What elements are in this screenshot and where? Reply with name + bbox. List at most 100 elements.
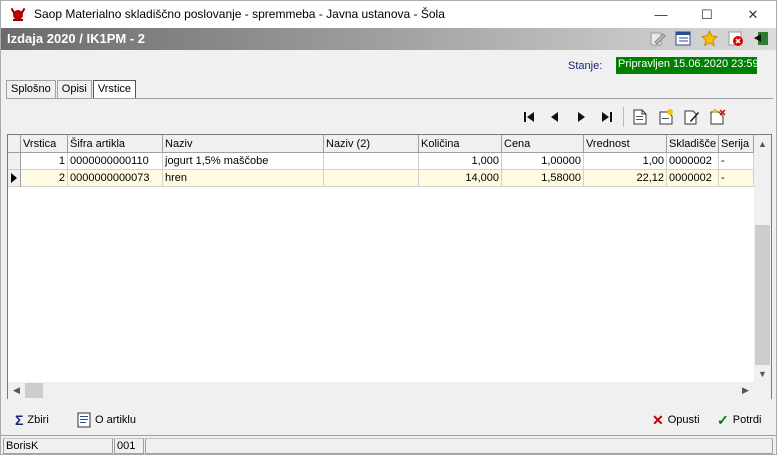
prev-record-button[interactable] [542,105,568,129]
form-header: Izdaja 2020 / IK1PM - 2 [1,28,776,50]
insert-document-icon [659,109,673,125]
title-bar: Saop Materialno skladiščno poslovanje - … [1,1,776,28]
last-record-button[interactable] [594,105,620,129]
status-bar: BorisK 001 [1,435,776,455]
cell-sifra[interactable]: 0000000000073 [68,170,163,187]
cell-kolicina[interactable]: 14,000 [419,170,502,187]
cell-serija[interactable]: - [719,170,754,187]
zbiri-button[interactable]: Σ Zbiri [15,410,49,430]
first-icon [524,112,534,122]
cell-vrstica[interactable]: 2 [21,170,68,187]
tab-splosno[interactable]: Splošno [6,80,56,98]
form-title: Izdaja 2020 / IK1PM - 2 [7,31,146,46]
cell-serija[interactable]: - [719,153,754,170]
tab-vrstice[interactable]: Vrstice [92,80,137,99]
check-icon: ✓ [717,411,729,428]
new-document-icon [633,109,647,125]
row-indicator [8,153,21,170]
zbiri-label: Zbiri [27,414,49,426]
edit-record-button[interactable] [679,105,705,129]
tab-strip: Splošno Opisi Vrstice [6,80,137,99]
article-info-icon [77,412,91,428]
window-title: Saop Materialno skladiščno poslovanje - … [34,7,445,21]
app-logo-icon [10,7,26,21]
cell-cena[interactable]: 1,58000 [502,170,584,187]
col-header-cena[interactable]: Cena [502,135,584,153]
minimize-button[interactable]: — [638,1,684,28]
next-record-button[interactable] [568,105,594,129]
cell-kolicina[interactable]: 1,000 [419,153,502,170]
vertical-scrollbar[interactable]: ▲ ▼ [754,135,771,382]
scroll-up-icon[interactable]: ▲ [754,135,771,152]
close-button[interactable]: ✕ [730,1,776,28]
edit-document-icon [684,110,699,125]
opusti-label: Opusti [667,414,700,426]
col-header-vrstica[interactable]: Vrstica [21,135,68,153]
cell-naziv2[interactable] [324,170,419,187]
scroll-right-icon[interactable]: ▶ [737,382,754,399]
last-icon [602,112,612,122]
grid-header: Vrstica Šifra artikla Naziv Naziv (2) Ko… [8,135,754,153]
new-record-button[interactable] [627,105,653,129]
opusti-button[interactable]: ✕ Opusti [652,410,700,430]
delete-document-icon [710,109,726,125]
cell-cena[interactable]: 1,00000 [502,153,584,170]
exit-icon[interactable] [753,30,770,47]
table-row[interactable]: 1 0000000000110 jogurt 1,5% maščobe 1,00… [8,153,754,170]
o-artiklu-button[interactable]: O artiklu [77,410,136,430]
vertical-scroll-thumb[interactable] [755,225,770,365]
sigma-icon: Σ [15,412,24,428]
nav-separator [623,107,624,127]
potrdi-label: Potrdi [732,414,762,426]
status-message [145,438,773,454]
record-navigator [516,105,731,129]
favorite-icon[interactable] [701,30,718,47]
insert-record-button[interactable] [653,105,679,129]
col-header-sifra[interactable]: Šifra artikla [68,135,163,153]
scroll-left-icon[interactable]: ◀ [8,382,25,399]
horizontal-scrollbar[interactable]: ◀ ▶ [8,382,754,399]
action-bar: Σ Zbiri O artiklu ✕ Opusti ✓ Potrdi [1,405,776,433]
col-header-serija[interactable]: Serija [719,135,754,153]
cell-skladisce[interactable]: 0000002 [667,170,719,187]
status-code: 001 [114,438,144,454]
status-label: Stanje: [568,60,603,72]
col-header-naziv2[interactable]: Naziv (2) [324,135,419,153]
row-indicator [8,170,21,187]
cell-naziv[interactable]: hren [163,170,324,187]
status-user: BorisK [3,438,113,454]
table-row[interactable]: 2 0000000000073 hren 14,000 1,58000 22,1… [8,170,754,187]
scroll-corner [754,382,771,399]
scroll-down-icon[interactable]: ▼ [754,365,771,382]
tab-opisi[interactable]: Opisi [56,80,92,98]
cell-vrednost[interactable]: 22,12 [584,170,667,187]
app-window: Saop Materialno skladiščno poslovanje - … [0,0,777,455]
cancel-x-icon: ✕ [652,411,664,428]
maximize-button[interactable]: ☐ [684,1,730,28]
edit-icon[interactable] [649,30,666,47]
horizontal-scroll-thumb[interactable] [25,383,43,398]
items-grid[interactable]: Vrstica Šifra artikla Naziv Naziv (2) Ko… [7,134,772,399]
col-header-kolicina[interactable]: Količina [419,135,502,153]
delete-record-button[interactable] [705,105,731,129]
col-header-vrednost[interactable]: Vrednost [584,135,667,153]
status-badge: Pripravljen 15.06.2020 23:59 [616,57,759,74]
current-row-arrow-icon [11,173,17,183]
cell-naziv2[interactable] [324,153,419,170]
form-toolbar [649,30,770,47]
cell-vrstica[interactable]: 1 [21,153,68,170]
cell-sifra[interactable]: 0000000000110 [68,153,163,170]
next-icon [578,112,585,122]
tab-divider [6,98,773,99]
potrdi-button[interactable]: ✓ Potrdi [717,410,761,430]
indicator-header [8,135,21,153]
cell-naziv[interactable]: jogurt 1,5% maščobe [163,153,324,170]
form-icon[interactable] [675,30,692,47]
col-header-naziv[interactable]: Naziv [163,135,324,153]
close-form-icon[interactable] [727,30,744,47]
prev-icon [551,112,558,122]
cell-skladisce[interactable]: 0000002 [667,153,719,170]
cell-vrednost[interactable]: 1,00 [584,153,667,170]
col-header-skladisce[interactable]: Skladišče [667,135,719,153]
first-record-button[interactable] [516,105,542,129]
